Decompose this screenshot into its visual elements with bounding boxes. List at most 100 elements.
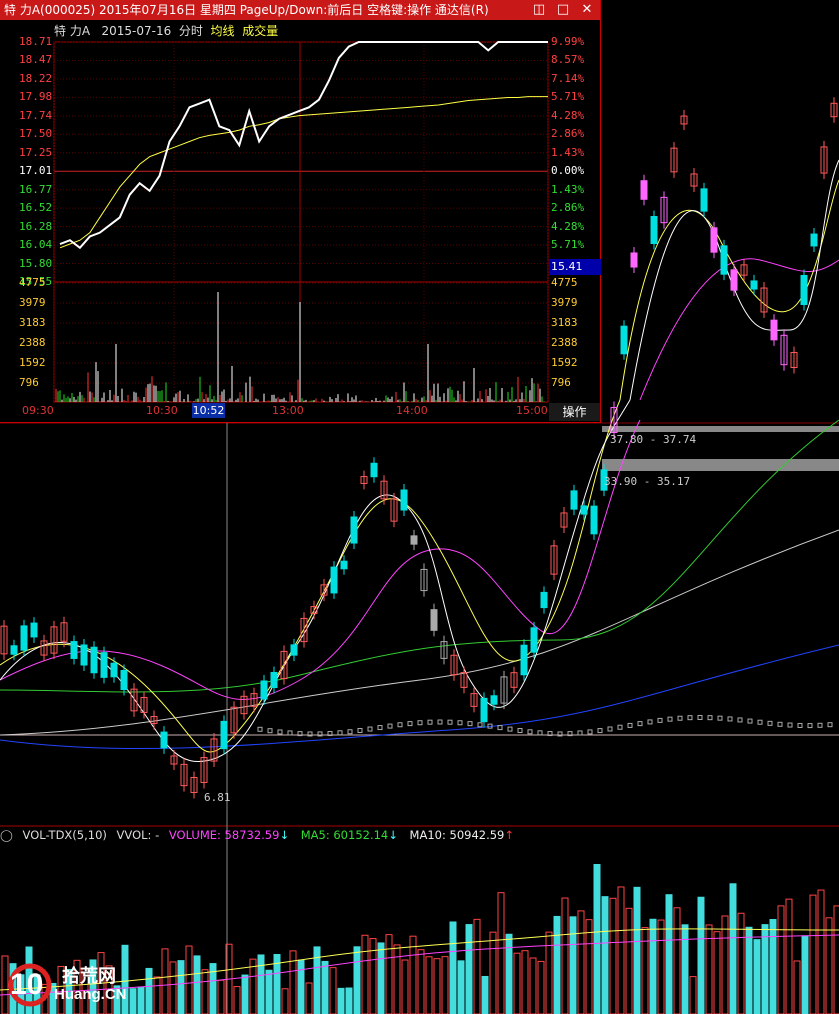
gray-candle: [407, 721, 413, 727]
volume-bar: [761, 924, 769, 1014]
volume-bar: [721, 915, 729, 1014]
volume-bar: [585, 919, 593, 1014]
gray-candle: [787, 722, 793, 728]
volume-bar: [185, 945, 193, 1014]
volume-axis-label-right: 796: [551, 376, 571, 389]
volume-bar: [297, 959, 305, 1014]
candle-body: [630, 252, 638, 268]
gray-candle: [627, 722, 633, 728]
indicator-name[interactable]: VOL-TDX(5,10): [23, 828, 107, 842]
volume-bar: [713, 931, 721, 1014]
candle-body: [430, 609, 438, 631]
volume-bar: [449, 921, 457, 1014]
volume-bar: [729, 883, 737, 1014]
volume-bar: [345, 987, 353, 1014]
candle-body: [10, 645, 18, 655]
candle-body: [490, 695, 498, 705]
candle-body: [770, 319, 778, 341]
gray-candle: [517, 728, 523, 734]
gray-candle: [757, 719, 763, 725]
volume-bar: [217, 979, 225, 1014]
gray-candle: [797, 722, 803, 728]
low-price-annotation: 6.81: [204, 791, 231, 804]
volume-bar: [561, 897, 569, 1014]
gray-candle: [617, 724, 623, 730]
volume-bar: [513, 952, 521, 1014]
candle-body: [260, 680, 268, 700]
volume-bar: [625, 907, 633, 1014]
gray-candle: [657, 717, 663, 723]
time-axis-label: 09:30: [22, 404, 54, 417]
candle-body: [800, 274, 808, 306]
gray-candle: [537, 730, 543, 736]
candle-body: [110, 662, 118, 678]
circle-icon[interactable]: ◯: [0, 828, 13, 842]
volume-axis-label-left: 2388: [19, 336, 46, 349]
volume-bar: [601, 896, 609, 1014]
volume-bar: [505, 933, 513, 1014]
volume-bar: [321, 960, 329, 1014]
gray-candle: [647, 719, 653, 725]
volume-bar: [753, 939, 761, 1014]
gray-candle: [777, 721, 783, 727]
gray-candle: [607, 726, 613, 732]
average-line: [59, 96, 548, 249]
price-axis-label: 17.98: [19, 90, 53, 104]
volume-bar: [489, 931, 497, 1014]
candle-body: [80, 644, 88, 666]
percent-axis-label: 7.14%: [551, 71, 585, 85]
price-axis-label: 16.77: [19, 182, 53, 196]
candle-body: [350, 516, 358, 544]
price-axis-label: 18.71: [19, 35, 53, 48]
volume-axis-label-left: 3979: [19, 296, 46, 309]
volume-bar: [385, 934, 393, 1014]
range-annotation-2: 33.90 - 35.17: [604, 475, 691, 488]
candle-body: [700, 188, 708, 212]
volume-bar: [745, 926, 753, 1014]
gray-candle: [337, 730, 343, 736]
volume-bar: [241, 974, 249, 1014]
volume-bar: [233, 986, 241, 1014]
gray-candle: [697, 714, 703, 720]
watermark-number: 10: [10, 968, 44, 1001]
volume-bar: [777, 905, 785, 1014]
candle-body: [70, 641, 78, 659]
gray-candle: [497, 725, 503, 731]
percent-axis-label: 2.86%: [551, 201, 585, 215]
volume-bar: [785, 898, 793, 1014]
chart-frame: [53, 41, 549, 403]
volume-bar: [305, 982, 313, 1014]
volume-bar: [689, 976, 697, 1014]
gray-candle: [507, 726, 513, 732]
gray-candle: [427, 719, 433, 725]
watermark-en: Huang.CN: [54, 986, 127, 1003]
down-arrow-icon: ↓: [388, 828, 398, 842]
volume-bar: [169, 961, 177, 1014]
gray-candle: [677, 715, 683, 721]
volume-bar: [497, 892, 505, 1014]
volume-bar: [593, 863, 601, 1014]
gray-candle: [687, 715, 693, 721]
gray-candle: [417, 720, 423, 726]
moving-average-line: [0, 399, 631, 762]
vvol-label: VVOL: -: [116, 828, 160, 842]
volume-axis-label-left: 4775: [19, 276, 46, 289]
operate-button[interactable]: 操作: [549, 403, 600, 421]
price-axis-label: 16.28: [19, 219, 53, 233]
watermark-cn: 拾荒网: [62, 966, 116, 987]
candle-body: [530, 627, 538, 653]
percent-axis-label: 0.00%: [551, 164, 585, 178]
volume-bar: [193, 955, 201, 1014]
intraday-chart[interactable]: [0, 0, 600, 422]
volume-bar: [161, 948, 169, 1014]
candle-body: [570, 490, 578, 510]
gray-candle: [527, 729, 533, 735]
percent-axis-label: 8.57%: [551, 53, 585, 67]
gray-candle: [737, 717, 743, 723]
gray-candle: [357, 727, 363, 733]
intraday-popup-window[interactable]: 特 力A(000025) 2015年07月16日 星期四 PageUp/Down…: [0, 0, 601, 423]
volume-bar: [673, 907, 681, 1014]
percent-axis-label: 1.43%: [551, 182, 585, 196]
volume-bar: [377, 942, 385, 1014]
gray-candle: [807, 723, 813, 729]
